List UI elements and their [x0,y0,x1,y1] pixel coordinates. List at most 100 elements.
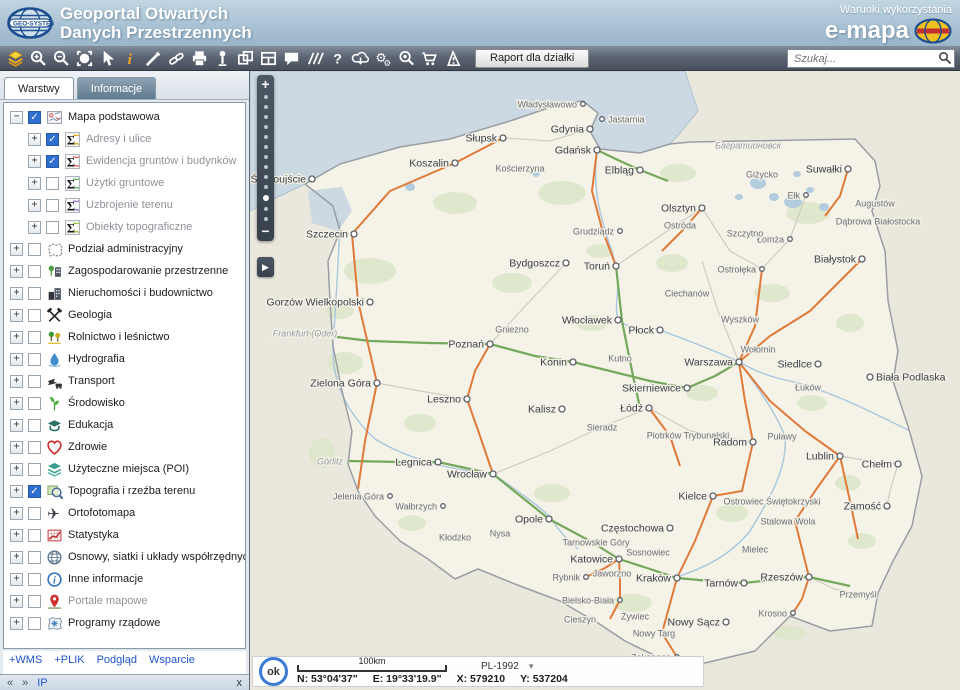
footer-link-podgląd[interactable]: Podgląd [97,654,137,674]
settings-icon[interactable]: ⚙⚙ [373,48,395,69]
expand-icon[interactable]: + [10,507,23,520]
zoom-level-dot[interactable] [264,115,268,119]
layer-label[interactable]: Środowisko [68,397,125,409]
zoom-in-button[interactable]: + [261,77,269,92]
layer-checkbox[interactable] [28,287,41,300]
footer-link-wms[interactable]: +WMS [9,654,42,674]
expand-icon[interactable]: + [10,331,23,344]
warning-icon[interactable] [442,48,464,69]
search-input[interactable] [787,49,955,68]
layer-label[interactable]: Ewidencja gruntów i budynków [86,155,236,167]
layer-label[interactable]: Topografia i rzeźba terenu [68,485,195,497]
select-area-icon[interactable] [74,48,96,69]
layer-label[interactable]: Zagospodarowanie przestrzenne [68,265,228,277]
layer-label[interactable]: Programy rządowe [68,617,160,629]
zoom-level-dot[interactable] [264,165,268,169]
expand-icon[interactable]: + [10,265,23,278]
pin-info-icon[interactable] [212,48,234,69]
zoom-level-dot[interactable] [264,155,268,159]
expand-icon[interactable]: + [10,595,23,608]
zoom-out-button[interactable]: − [261,224,269,239]
layer-label[interactable]: Ortofotomapa [68,507,135,519]
layer-checkbox[interactable] [28,397,41,410]
pager-prev-icon[interactable]: « [7,677,13,689]
layer-checkbox[interactable] [46,221,59,234]
layer-checkbox[interactable] [28,441,41,454]
info-icon[interactable]: i [120,48,142,69]
layer-checkbox[interactable]: ✓ [46,133,59,146]
layer-checkbox[interactable] [28,463,41,476]
pager-next-icon[interactable]: » [22,677,28,689]
expand-icon[interactable]: + [10,397,23,410]
zoom-level-dot[interactable] [264,185,268,189]
terms-link[interactable]: Warunki wykorzystania [840,4,952,16]
hatch-icon[interactable] [304,48,326,69]
layer-label[interactable]: Adresy i ulice [86,133,151,145]
pointer-icon[interactable] [97,48,119,69]
layer-checkbox[interactable] [28,507,41,520]
footer-link-plik[interactable]: +PLIK [54,654,84,674]
layer-label[interactable]: Uzbrojenie terenu [86,199,173,211]
preview-icon[interactable] [396,48,418,69]
expand-icon[interactable]: + [28,133,41,146]
zoom-level-dot[interactable] [264,145,268,149]
layer-checkbox[interactable] [46,199,59,212]
windows-icon[interactable] [235,48,257,69]
expand-icon[interactable]: + [10,551,23,564]
ok-button[interactable]: ok [259,657,288,686]
layout-icon[interactable] [258,48,280,69]
layer-label[interactable]: Inne informacje [68,573,143,585]
expand-icon[interactable]: + [10,353,23,366]
layer-label[interactable]: Geologia [68,309,112,321]
layer-checkbox[interactable] [28,617,41,630]
cloud-download-icon[interactable] [350,48,372,69]
layer-checkbox[interactable] [28,243,41,256]
report-button[interactable]: Raport dla działki [475,49,589,68]
expand-icon[interactable]: + [28,155,41,168]
zoom-level-dot[interactable] [264,135,268,139]
zoom-out-icon[interactable] [51,48,73,69]
layer-label[interactable]: Zdrowie [68,441,107,453]
layer-checkbox[interactable] [28,309,41,322]
zoom-level-dot[interactable] [264,217,268,221]
zoom-level-dot[interactable] [264,175,268,179]
expand-icon[interactable]: + [28,177,41,190]
zoom-level-dot[interactable] [263,195,269,201]
layer-label[interactable]: Statystyka [68,529,119,541]
expand-icon[interactable]: + [10,573,23,586]
expand-icon[interactable]: + [10,463,23,476]
ip-link[interactable]: IP [37,677,47,689]
zoom-level-dot[interactable] [264,95,268,99]
link-icon[interactable] [166,48,188,69]
layer-checkbox[interactable] [46,177,59,190]
expand-icon[interactable]: + [10,529,23,542]
crs-select[interactable]: PL-1992 ▾ [481,661,533,672]
layer-checkbox[interactable] [28,551,41,564]
layer-label[interactable]: Hydrografia [68,353,125,365]
cart-icon[interactable] [419,48,441,69]
layer-label[interactable]: Mapa podstawowa [68,111,160,123]
layer-checkbox[interactable] [28,419,41,432]
layer-checkbox[interactable] [28,595,41,608]
layer-checkbox[interactable] [28,573,41,586]
close-icon[interactable]: x [237,677,243,689]
tab-informacje[interactable]: Informacje [77,77,156,99]
map-canvas[interactable]: ŚwinoujścieSzczecinKoszalinSłupskGdyniaG… [250,71,960,690]
expand-icon[interactable]: + [10,419,23,432]
zoom-level-dot[interactable] [264,105,268,109]
layer-label[interactable]: Osnowy, siatki i układy współrzędnych [68,551,246,563]
expand-icon[interactable]: + [28,199,41,212]
help-icon[interactable]: ? [327,48,349,69]
layer-label[interactable]: Obiekty topograficzne [86,221,192,233]
layer-label[interactable]: Podział administracyjny [68,243,183,255]
layer-label[interactable]: Użytki gruntowe [86,177,164,189]
zoom-level-dot[interactable] [264,207,268,211]
layer-label[interactable]: Edukacja [68,419,113,431]
expand-icon[interactable]: + [10,617,23,630]
sidebar-collapse-arrow[interactable]: ▶ [257,257,274,277]
print-icon[interactable] [189,48,211,69]
layer-checkbox[interactable]: ✓ [28,485,41,498]
layer-checkbox[interactable] [28,375,41,388]
layer-checkbox[interactable] [28,353,41,366]
zoom-in-icon[interactable] [28,48,50,69]
